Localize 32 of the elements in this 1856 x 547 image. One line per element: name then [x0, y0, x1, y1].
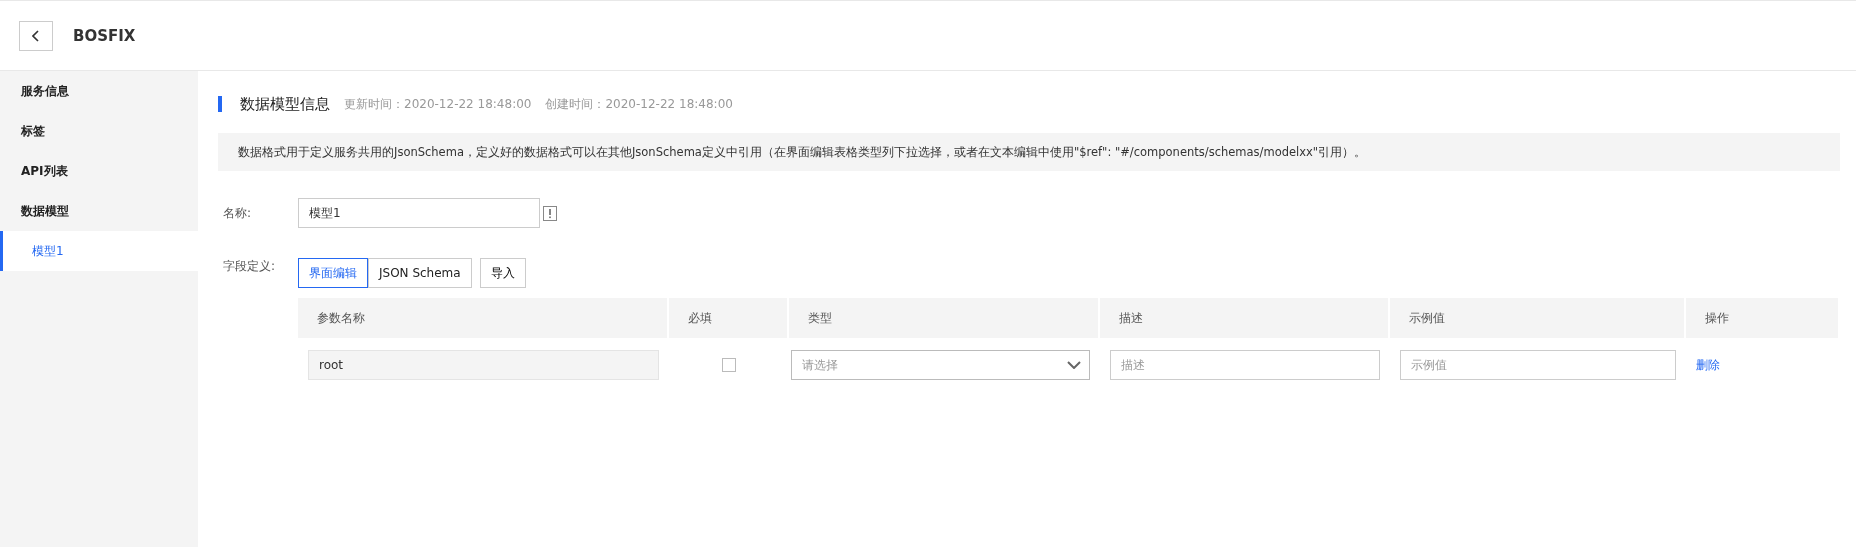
example-input[interactable]: 示例值	[1400, 350, 1676, 380]
column-header: 参数名称	[298, 298, 669, 338]
chevron-left-icon	[32, 29, 40, 42]
import-button[interactable]: 导入	[479, 258, 526, 288]
app-title: BOSFIX	[73, 26, 136, 45]
section-title: 数据模型信息	[240, 94, 330, 114]
column-header: 必填	[669, 298, 789, 338]
param-name-cell: root	[308, 350, 659, 380]
exclamation-icon	[543, 205, 557, 221]
chevron-down-icon	[1067, 361, 1081, 369]
back-button[interactable]	[19, 20, 53, 51]
sidebar-item[interactable]: 服务信息	[0, 71, 198, 111]
name-input[interactable]: 模型1	[298, 198, 540, 228]
column-header: 类型	[789, 298, 1100, 338]
description-input[interactable]: 描述	[1110, 350, 1380, 380]
column-header: 描述	[1100, 298, 1390, 338]
created-time: 创建时间：2020-12-22 18:48:00	[545, 95, 733, 113]
column-header: 示例值	[1390, 298, 1686, 338]
fields-label: 字段定义:	[222, 258, 277, 275]
sidebar-item[interactable]: API列表	[0, 151, 198, 191]
mode-tab[interactable]: JSON Schema	[368, 258, 472, 288]
sidebar-item[interactable]: 数据模型	[0, 191, 198, 231]
mode-tab[interactable]: 界面编辑	[298, 258, 368, 288]
name-label: 名称:	[222, 204, 253, 222]
column-header: 操作	[1686, 298, 1840, 338]
info-notice: 数据格式用于定义服务共用的JsonSchema，定义好的数据格式可以在其他JsonSchema定义中引用（在界面编辑表格类型列下拉选择，或者在文本编辑中使用"$ref": "#/components/schemas/modelxx"引用）。	[218, 133, 1840, 171]
required-checkbox[interactable]	[722, 358, 736, 372]
sidebar-item[interactable]: 标签	[0, 111, 198, 151]
title-accent-bar	[218, 96, 222, 112]
delete-link[interactable]: 删除	[1696, 356, 1720, 374]
sidebar-subitem[interactable]: 模型1	[0, 231, 198, 271]
updated-time: 更新时间：2020-12-22 18:48:00	[344, 95, 532, 113]
